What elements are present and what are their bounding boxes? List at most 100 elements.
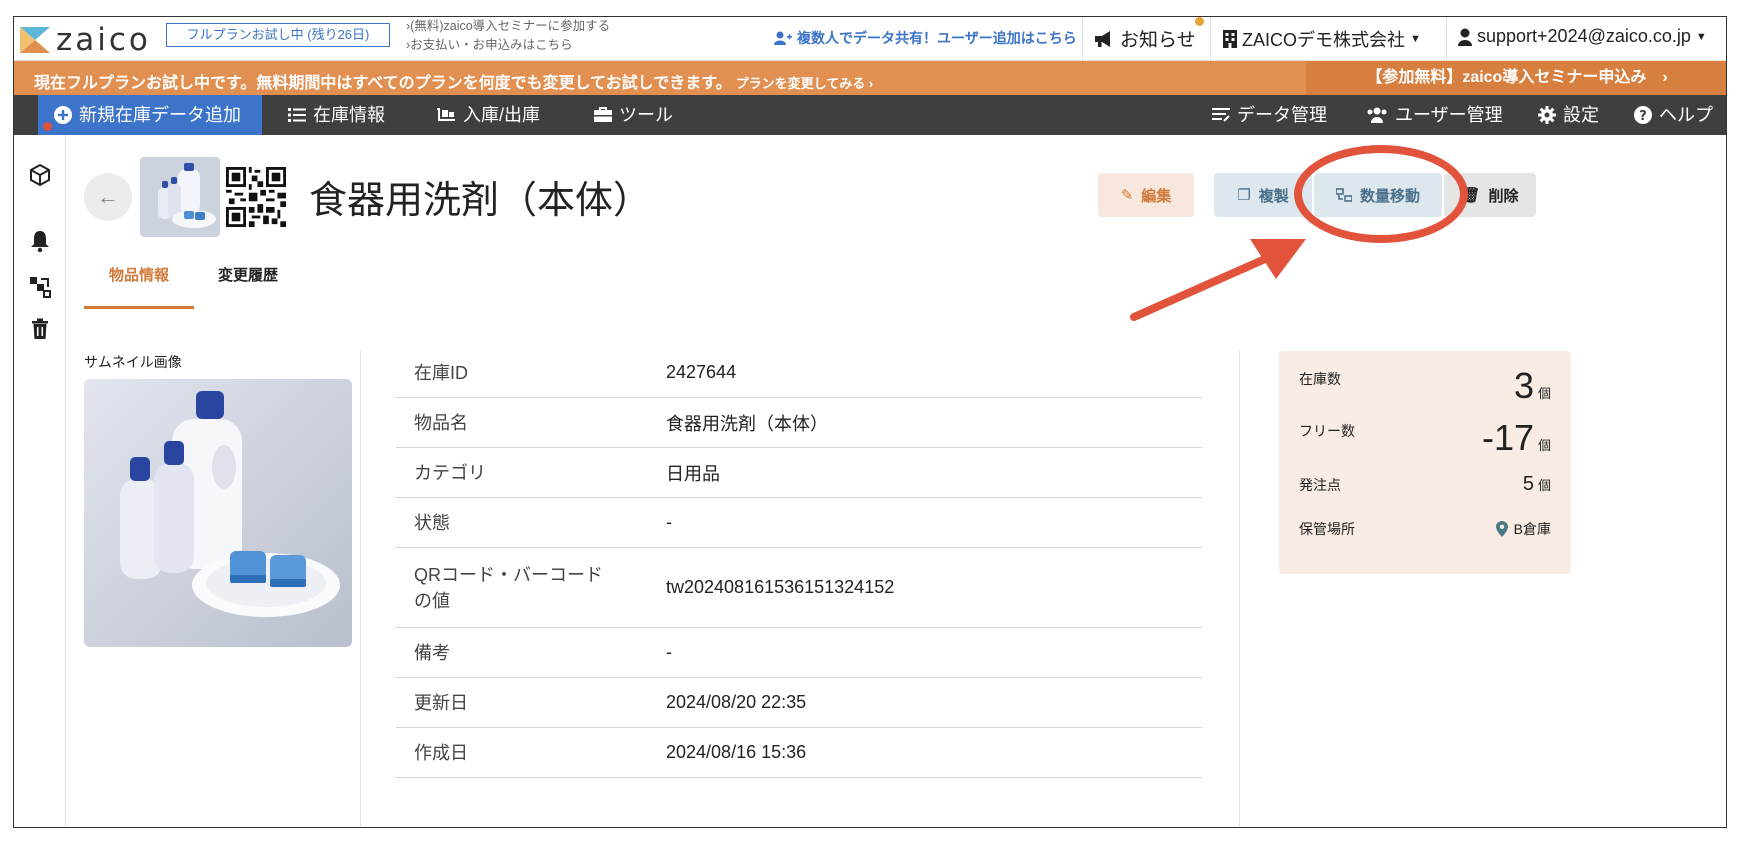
- free-quantity-value: -17: [1481, 417, 1534, 458]
- trial-badge[interactable]: フルプランお試し中 (残り26日): [166, 23, 390, 47]
- nav-in-out[interactable]: 入庫/出庫: [436, 95, 540, 135]
- toolbox-icon: [594, 107, 612, 122]
- reorder-point-label: 発注点: [1299, 477, 1341, 493]
- tab-change-history[interactable]: 変更履歴: [218, 264, 278, 285]
- detergent-image-icon: [84, 379, 352, 647]
- nav-help[interactable]: ? ヘルプ: [1634, 95, 1713, 135]
- tab-item-info[interactable]: 物品情報: [84, 264, 194, 309]
- divider: [1210, 17, 1211, 61]
- detail-label: 更新日: [414, 692, 468, 713]
- reorder-point-value: 5: [1522, 473, 1534, 495]
- logo[interactable]: zaico: [20, 22, 151, 58]
- box-icon[interactable]: [28, 163, 52, 187]
- storage-location-value: B倉庫: [1513, 521, 1551, 537]
- divider: [1446, 17, 1447, 61]
- nav-inventory-label: 在庫情報: [313, 105, 385, 125]
- detail-row-updated: 更新日 2024/08/20 22:35: [396, 678, 1202, 728]
- detail-label: 物品名: [414, 412, 468, 433]
- item-thumbnail-small[interactable]: [140, 157, 220, 237]
- stock-quantity-value: 3: [1513, 365, 1534, 406]
- edit-button[interactable]: ✎ 編集: [1098, 173, 1194, 217]
- detail-value: -: [666, 642, 672, 662]
- detail-value: tw202408161536151324152: [666, 577, 895, 597]
- stock-summary-card: 在庫数 3個 フリー数 -17 個 発注点 5個 保管場所 B倉庫: [1279, 351, 1571, 574]
- detail-row-created: 作成日 2024/08/16 15:36: [396, 728, 1202, 778]
- caret-down-icon: ▼: [1695, 30, 1707, 43]
- nav-user-management[interactable]: ユーザー管理: [1366, 95, 1503, 135]
- payment-link[interactable]: ›お支払い・お申込みはこちら: [406, 36, 610, 55]
- notice-badge-dot: [1195, 17, 1204, 26]
- bell-icon[interactable]: [28, 229, 52, 253]
- stock-quantity-value-group: 3個: [1514, 365, 1551, 407]
- free-quantity-value-group: -17 個: [1482, 417, 1551, 459]
- detail-value: -: [666, 512, 672, 532]
- seminar-cta-button[interactable]: 【参加無料】zaico導入セミナー申込み ›: [1306, 61, 1726, 95]
- trash-icon[interactable]: [28, 317, 52, 341]
- item-detail-table: 在庫ID 2427644 物品名 食器用洗剤（本体） カテゴリ 日用品 状態 -…: [396, 348, 1202, 778]
- pencil-icon: ✎: [1120, 187, 1134, 204]
- nav-data-management[interactable]: データ管理: [1212, 95, 1327, 135]
- copy-button-label: 複製: [1258, 187, 1289, 205]
- megaphone-icon: [1095, 30, 1110, 47]
- detail-value: 2024/08/20 22:35: [666, 692, 807, 712]
- company-menu[interactable]: ZAICOデモ株式会社 ▼: [1223, 26, 1421, 52]
- plus-circle-icon: [54, 106, 72, 124]
- notice-button[interactable]: お知らせ: [1094, 25, 1196, 52]
- detail-value: 日用品: [666, 463, 720, 484]
- page-title: 食器用洗剤（本体）: [309, 180, 652, 222]
- change-plan-link[interactable]: プランを変更してみる ›: [736, 76, 874, 91]
- company-name: ZAICOデモ株式会社: [1242, 30, 1406, 50]
- nav-tools-label: ツール: [619, 105, 673, 125]
- edit-button-label: 編集: [1141, 187, 1172, 205]
- delete-button-label: 削除: [1488, 187, 1519, 205]
- qr-code-icon[interactable]: [226, 167, 286, 227]
- share-link-label: 複数人でデータ共有！ユーザー追加はこちら: [797, 30, 1077, 46]
- detail-label: 状態: [414, 512, 450, 533]
- nav-data-management-label: データ管理: [1237, 105, 1327, 125]
- trial-banner: 現在フルプランお試し中です。無料期間中はすべてのプランを何度でも変更してお試しで…: [14, 61, 1726, 95]
- detail-row-barcode: QRコード・バーコードの値 tw202408161536151324152: [396, 548, 1202, 628]
- unit-label: 個: [1537, 478, 1551, 493]
- free-quantity-row: フリー数 -17 個: [1299, 417, 1551, 459]
- building-icon: [1223, 30, 1237, 48]
- nav-tools[interactable]: ツール: [594, 95, 673, 135]
- detail-row-item-name: 物品名 食器用洗剤（本体）: [396, 398, 1202, 448]
- app-window: zaico フルプランお試し中 (残り26日) ›(無料)zaico導入セミナー…: [13, 16, 1727, 828]
- detail-value: 2427644: [666, 362, 737, 382]
- nav-help-label: ヘルプ: [1659, 105, 1713, 125]
- banner-message: 現在フルプランお試し中です。無料期間中はすべてのプランを何度でも変更してお試しで…: [34, 75, 732, 92]
- banner-text: 現在フルプランお試し中です。無料期間中はすべてのプランを何度でも変更してお試しで…: [34, 69, 873, 93]
- detail-value: 食器用洗剤（本体）: [666, 413, 828, 434]
- storage-location-value-group: B倉庫: [1495, 519, 1551, 539]
- help-circle-icon: ?: [1634, 106, 1652, 124]
- divider: [1082, 17, 1083, 61]
- transfer-icon[interactable]: [28, 275, 52, 299]
- nav-add-item[interactable]: 新規在庫データ追加: [38, 95, 262, 135]
- caret-down-icon: ▼: [1410, 33, 1421, 45]
- nav-settings[interactable]: 設定: [1538, 95, 1599, 135]
- detail-label: QRコード・バーコードの値: [414, 564, 603, 611]
- nav-settings-label: 設定: [1563, 105, 1599, 125]
- notice-label: お知らせ: [1120, 30, 1196, 51]
- share-link[interactable]: 複数人でデータ共有！ユーザー追加はこちら: [774, 28, 1077, 48]
- left-rail: [14, 135, 66, 827]
- stock-quantity-label: 在庫数: [1299, 371, 1341, 387]
- seminar-link[interactable]: ›(無料)zaico導入セミナーに参加する: [406, 17, 610, 36]
- item-thumbnail-large[interactable]: [84, 379, 352, 647]
- detail-row-notes: 備考 -: [396, 628, 1202, 678]
- gear-icon: [1538, 106, 1556, 124]
- detail-value: 2024/08/16 15:36: [666, 742, 807, 762]
- copy-icon: ❐: [1237, 187, 1251, 204]
- user-menu[interactable]: support+2024@zaico.co.jp ▼: [1458, 26, 1707, 47]
- dolly-icon: [437, 108, 455, 121]
- nav-inventory[interactable]: 在庫情報: [288, 95, 385, 135]
- detergent-image-icon: [140, 157, 220, 237]
- unit-label: 個: [1537, 438, 1551, 453]
- user-icon: [1458, 28, 1472, 46]
- thumbnail-label: サムネイル画像: [84, 354, 182, 370]
- back-button[interactable]: ←: [84, 173, 132, 221]
- column-divider: [360, 350, 361, 827]
- nav-add-item-label: 新規在庫データ追加: [79, 105, 241, 125]
- unit-label: 個: [1537, 386, 1551, 401]
- logo-text: zaico: [56, 22, 151, 58]
